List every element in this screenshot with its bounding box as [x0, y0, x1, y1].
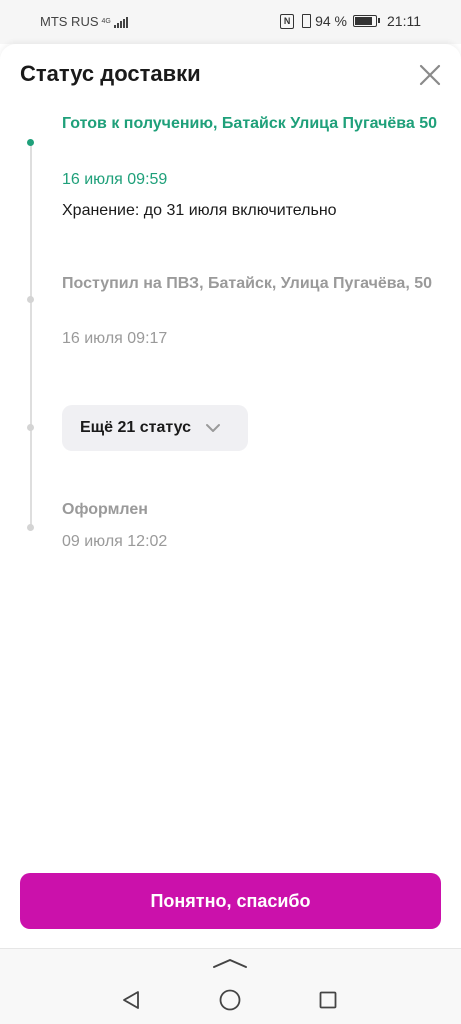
status-title: Готов к получению, Батайск Улица Пугачёв… — [62, 115, 438, 132]
back-icon[interactable] — [121, 990, 141, 1010]
close-button[interactable] — [419, 64, 441, 86]
status-title: Поступил на ПВЗ, Батайск, Улица Пугачёва… — [62, 275, 433, 292]
chevron-up-icon[interactable] — [212, 957, 248, 969]
got-it-thanks-button[interactable]: Понятно, спасибо — [20, 873, 441, 929]
status-bar-right: N 94 % 21:11 — [280, 13, 421, 29]
battery-icon — [353, 15, 380, 27]
nfc-icon: N — [280, 13, 295, 29]
battery-percent: 94 % — [315, 13, 347, 29]
system-navigation-bar — [0, 948, 461, 1024]
timeline-dot-active — [27, 139, 34, 146]
show-more-label: Ещё 21 статус — [80, 419, 192, 436]
signal-icon — [113, 16, 128, 28]
battery-level — [355, 17, 372, 25]
storage-note: Хранение: до 31 июля включительно — [62, 202, 337, 219]
sheet-title: Статус доставки — [20, 61, 201, 86]
status-bar-left: MTS RUS 4G — [40, 14, 128, 29]
carrier-name: MTS RUS — [40, 14, 99, 29]
status-date: 16 июля 09:17 — [62, 330, 168, 347]
screen: MTS RUS 4G N 94 % 21:11 Статус доставки — [0, 0, 461, 1024]
network-type: 4G — [101, 18, 111, 25]
clock: 21:11 — [387, 13, 421, 29]
timeline-dot — [27, 296, 34, 303]
timeline-dot — [27, 524, 34, 531]
chevron-down-icon — [206, 424, 221, 432]
vibrate-icon — [302, 14, 312, 28]
recent-apps-icon[interactable] — [319, 991, 337, 1009]
show-more-statuses-button[interactable]: Ещё 21 статус — [62, 405, 248, 451]
status-date: 16 июля 09:59 — [62, 171, 168, 188]
status-date: 09 июля 12:02 — [62, 533, 168, 550]
home-icon[interactable] — [219, 989, 241, 1011]
timeline-dot — [27, 424, 34, 431]
delivery-status-sheet: Статус доставки Готов к получению, Батай… — [0, 44, 461, 948]
status-bar: MTS RUS 4G N 94 % 21:11 — [0, 0, 461, 44]
timeline-line — [30, 141, 32, 525]
status-title: Оформлен — [62, 501, 148, 518]
close-icon — [419, 64, 441, 86]
